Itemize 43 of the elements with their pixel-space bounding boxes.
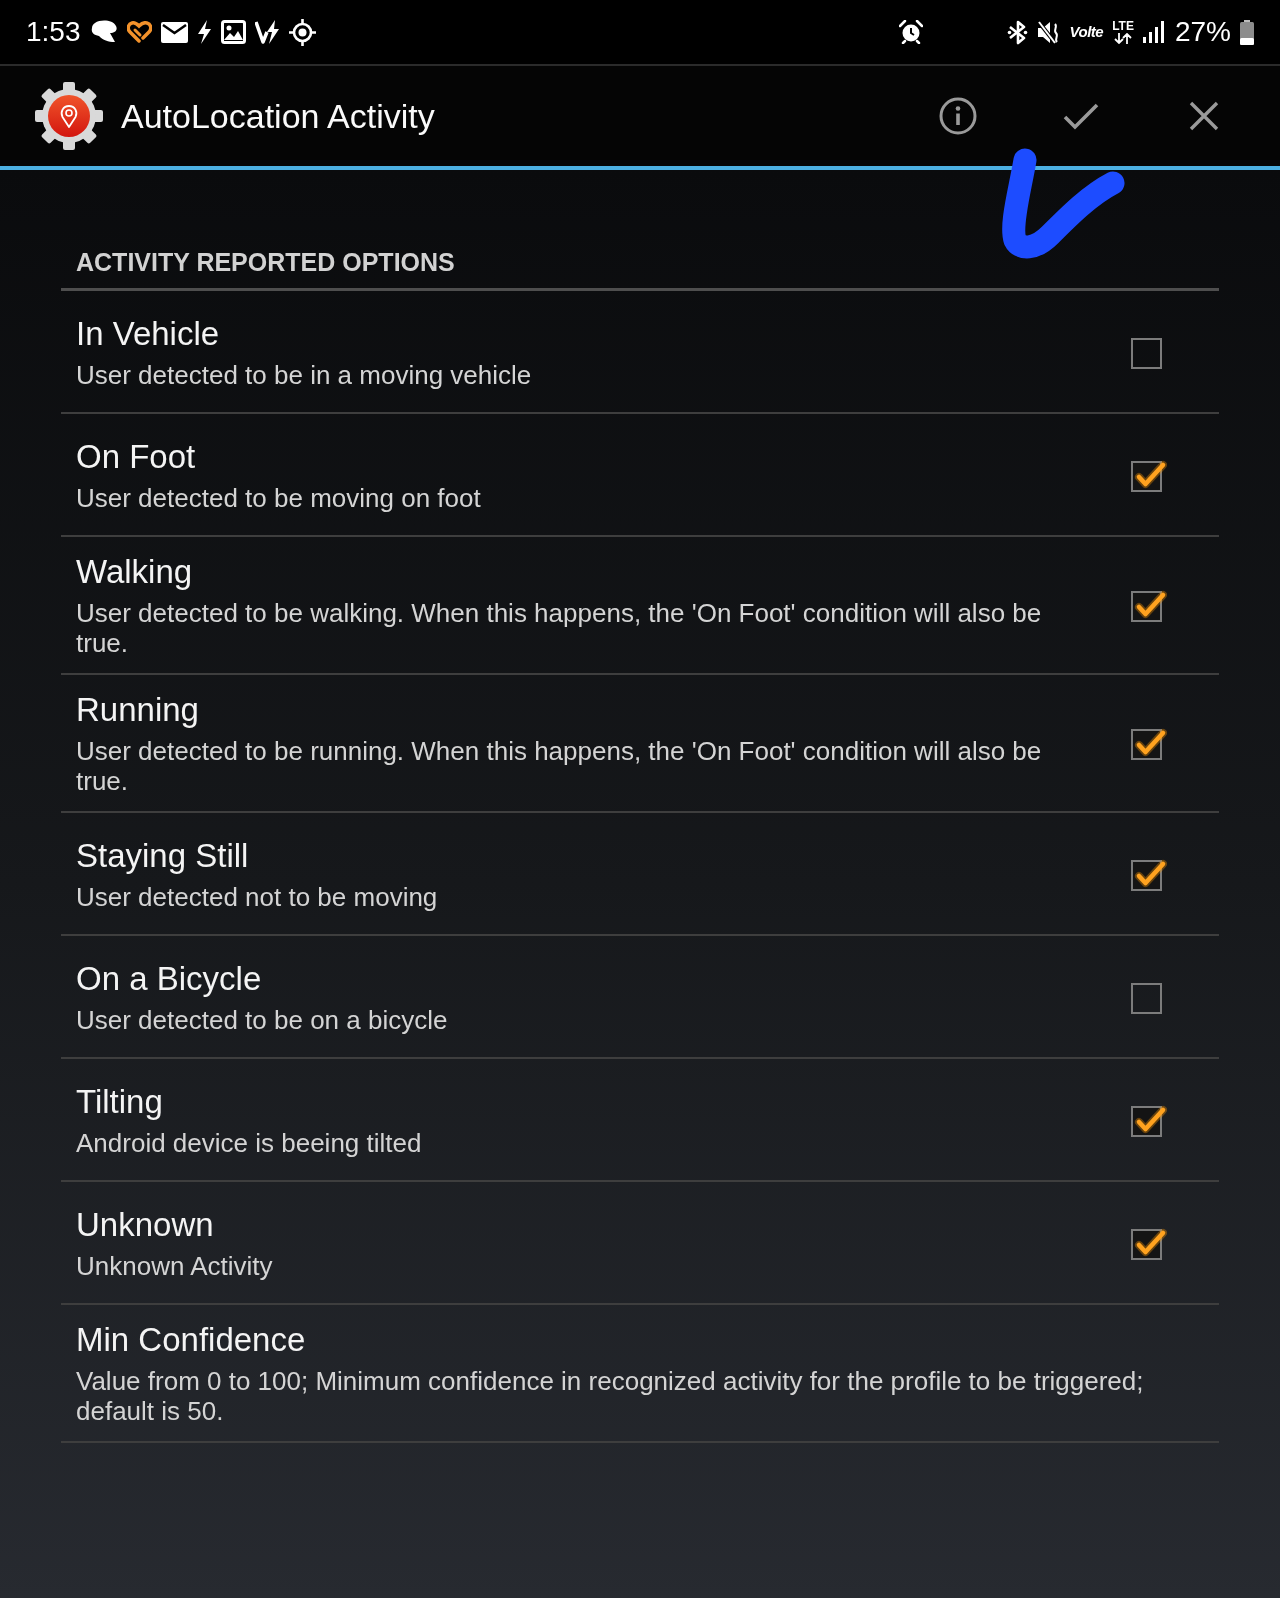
option-description: Android device is beeing tilted [76, 1127, 423, 1158]
option-description: Value from 0 to 100; Minimum confidence in recognized activity for the profile to be triggered; default is 50. [76, 1366, 1145, 1426]
option-title: Tilting [76, 1081, 164, 1122]
mail-icon [160, 21, 188, 43]
option-title: On a Bicycle [76, 958, 263, 999]
close-icon [1189, 101, 1219, 131]
battery-percent: 27% [1174, 16, 1231, 48]
checkbox[interactable] [1131, 726, 1167, 760]
battery-icon [1240, 19, 1254, 45]
option-title: Staying Still [76, 835, 250, 876]
alarm-clock-icon [898, 20, 923, 44]
check-icon [1063, 102, 1099, 130]
network-type-label: LTE [1112, 20, 1134, 33]
option-description: User detected to be in a moving vehicle [76, 359, 533, 390]
heart-icon [126, 21, 152, 43]
signal-bars-icon [1142, 21, 1165, 43]
option-description: User detected not to be moving [76, 881, 439, 912]
option-title: Unknown [76, 1204, 215, 1245]
section-heading: ACTIVITY REPORTED OPTIONS [75, 247, 456, 277]
status-time: 1:53 [26, 16, 81, 48]
option-title: Running [76, 690, 200, 730]
option-description: User detected to be on a bicycle [76, 1004, 449, 1035]
option-title: Min Confidence [76, 1320, 307, 1360]
option-description: Unknown Activity [76, 1250, 274, 1281]
option-title: In Vehicle [76, 313, 221, 354]
option-title: Walking [76, 552, 194, 592]
crosshair-icon [288, 18, 316, 46]
image-icon [220, 20, 246, 44]
option-description: User detected to be walking. When this happens, the 'On Foot' condition will also be true. [76, 598, 1043, 658]
option-description: User detected to be moving on foot [76, 482, 482, 513]
data-arrows-icon [1114, 33, 1133, 44]
volte-label: Volte [1069, 23, 1104, 41]
window-title: AutoLocation Activity [121, 96, 435, 136]
option-title: On Foot [76, 436, 197, 477]
checkbox[interactable] [1131, 588, 1167, 622]
muted-speaker-icon [1036, 19, 1061, 45]
chat-bubble-icon [90, 20, 118, 44]
v-lightning-icon [254, 20, 280, 44]
lightning-icon [196, 20, 212, 44]
info-icon [939, 97, 977, 135]
option-description: User detected to be running. When this happens, the 'On Foot' condition will also be true. [76, 736, 1043, 796]
app-gear-icon [34, 81, 104, 151]
bluetooth-icon [1006, 19, 1028, 45]
